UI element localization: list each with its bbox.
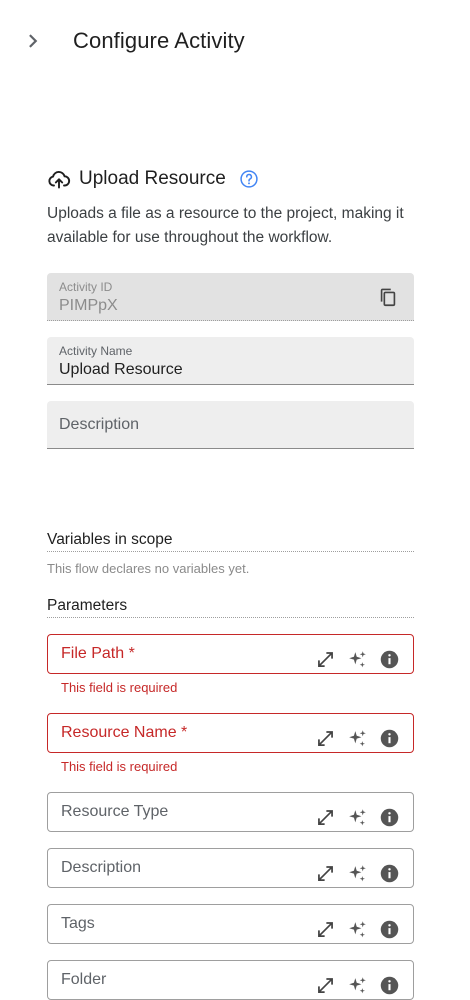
info-icon[interactable] — [379, 863, 400, 884]
param-icons — [304, 862, 400, 884]
activity-id-label: Activity ID — [59, 280, 113, 294]
param-label: Resource Name * — [61, 724, 188, 741]
activity-name-field[interactable]: Activity Name Upload Resource — [47, 337, 414, 385]
activity-title: Upload Resource — [79, 168, 226, 189]
expand-icon[interactable] — [315, 919, 336, 940]
description-placeholder: Description — [59, 416, 140, 433]
param-label: Tags — [61, 915, 95, 932]
expand-icon[interactable] — [315, 863, 336, 884]
header: Configure Activity — [0, 0, 470, 84]
info-icon[interactable] — [379, 975, 400, 996]
param-icons — [304, 974, 400, 996]
variables-section-title: Variables in scope — [47, 531, 414, 552]
description-field[interactable]: Description — [47, 401, 414, 449]
file-path-error: This field is required — [61, 680, 178, 695]
chevron-right-icon[interactable] — [22, 30, 44, 52]
param-field-folder[interactable]: Folder — [47, 960, 414, 1000]
variables-empty-note: This flow declares no variables yet. — [47, 561, 250, 576]
ai-sparkle-icon[interactable] — [347, 807, 368, 828]
activity-description: Uploads a file as a resource to the proj… — [47, 205, 404, 246]
info-icon[interactable] — [379, 919, 400, 940]
activity-id-field: Activity ID PIMPpX — [47, 273, 414, 321]
param-field-description[interactable]: Description — [47, 848, 414, 888]
param-label: Description — [61, 859, 142, 876]
info-icon[interactable] — [379, 649, 400, 670]
cloud-upload-icon — [48, 171, 71, 189]
param-label: Resource Type — [61, 803, 169, 820]
activity-heading: Upload Resource — [47, 166, 259, 192]
expand-icon[interactable] — [315, 807, 336, 828]
help-circle-icon[interactable] — [239, 169, 259, 189]
ai-sparkle-icon[interactable] — [347, 975, 368, 996]
page-title: Configure Activity — [73, 28, 245, 53]
activity-id-value: PIMPpX — [59, 297, 118, 314]
copy-icon[interactable] — [377, 286, 399, 308]
param-field-file-path[interactable]: File Path * — [47, 634, 414, 674]
expand-icon[interactable] — [315, 975, 336, 996]
ai-sparkle-icon[interactable] — [347, 649, 368, 670]
expand-icon[interactable] — [315, 728, 336, 749]
activity-name-label: Activity Name — [59, 344, 133, 358]
param-icons — [304, 918, 400, 940]
activity-name-value[interactable]: Upload Resource — [59, 361, 183, 379]
parameters-section-title: Parameters — [47, 597, 414, 618]
ai-sparkle-icon[interactable] — [347, 728, 368, 749]
param-field-resource-type[interactable]: Resource Type — [47, 792, 414, 832]
info-icon[interactable] — [379, 807, 400, 828]
param-label: Folder — [61, 971, 107, 988]
param-field-tags[interactable]: Tags — [47, 904, 414, 944]
param-label: File Path * — [61, 645, 135, 662]
param-field-resource-name[interactable]: Resource Name * — [47, 713, 414, 753]
param-icons — [304, 806, 400, 828]
ai-sparkle-icon[interactable] — [347, 863, 368, 884]
param-icons — [304, 727, 400, 749]
info-icon[interactable] — [379, 728, 400, 749]
resource-name-error: This field is required — [61, 759, 178, 774]
param-icons — [304, 648, 400, 670]
expand-icon[interactable] — [315, 649, 336, 670]
ai-sparkle-icon[interactable] — [347, 919, 368, 940]
